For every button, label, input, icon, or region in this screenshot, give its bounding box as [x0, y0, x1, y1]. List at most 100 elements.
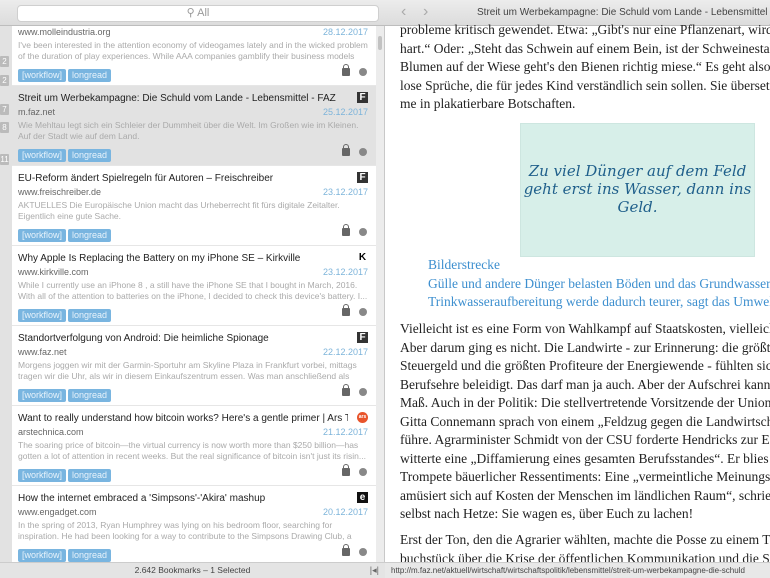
article-line: me in plakatierbare Botschaften. — [400, 96, 576, 111]
tag-chip[interactable]: longread — [68, 149, 112, 162]
article-line: Steuergeld und die größten Profiteure de… — [400, 358, 770, 373]
article-line: Vielleicht ist es eine Form von Wahlkamp… — [400, 321, 770, 336]
bookmark-item[interactable]: Standortverfolgung von Android: Die heim… — [12, 326, 376, 406]
bookmark-description: I've been interested in the attention ec… — [18, 40, 368, 61]
bookmark-date: 23.12.2017 — [322, 267, 368, 277]
count-badge[interactable]: 11 — [0, 154, 9, 165]
tag-chip[interactable]: longread — [68, 69, 112, 82]
bookmark-title: Standortverfolgung von Android: Die heim… — [18, 333, 269, 344]
count-badge[interactable]: 2 — [0, 56, 9, 67]
bookmark-item[interactable]: www.molleindustria.org 28.12.2017 I've b… — [12, 26, 376, 86]
search-input[interactable]: ⚲ All — [17, 5, 379, 22]
tag-chip[interactable]: longread — [68, 229, 112, 242]
bookmark-domain: www.kirkville.com — [18, 267, 89, 277]
bookmark-domain: www.faz.net — [18, 347, 67, 357]
unread-dot-icon[interactable] — [359, 68, 367, 76]
status-bar: 2.642 Bookmarks – 1 Selected |◂| — [0, 562, 385, 578]
article-line: Blumen auf der Wiese geht's den Bienen r… — [400, 59, 770, 74]
lock-icon[interactable] — [342, 384, 350, 396]
bookmark-title: Streit um Werbekampagne: Die Schuld vom … — [18, 93, 336, 104]
count-badge[interactable]: 8 — [0, 122, 9, 133]
collapse-sidebar-icon[interactable]: |◂| — [370, 563, 379, 578]
search-toolbar: ⚲ All — [0, 0, 385, 26]
tag-chip[interactable]: [workflow] — [18, 309, 67, 322]
bookmark-item[interactable]: Streit um Werbekampagne: Die Schuld vom … — [12, 86, 376, 166]
site-favicon-icon: F — [357, 332, 368, 343]
article-line: führe. Agrarminister Schmidt von der CSU… — [400, 432, 770, 447]
site-favicon-icon: F — [357, 172, 368, 183]
tag-chip[interactable]: [workflow] — [18, 389, 67, 402]
unread-dot-icon[interactable] — [359, 548, 367, 556]
article-image[interactable]: Zu viel Dünger auf dem Feld geht erst in… — [520, 123, 755, 257]
unread-dot-icon[interactable] — [359, 228, 367, 236]
unread-dot-icon[interactable] — [359, 388, 367, 396]
bookmark-domain: www.freischreiber.de — [18, 187, 102, 197]
bookmark-domain: m.faz.net — [18, 107, 56, 117]
bookmark-date: 21.12.2017 — [322, 427, 368, 437]
bookmark-date: 25.12.2017 — [322, 107, 368, 117]
bookmark-date: 22.12.2017 — [322, 347, 368, 357]
tag-chip[interactable]: [workflow] — [18, 549, 67, 562]
article-line: Maß. Auch in der Politik: Die stellvertr… — [400, 395, 770, 410]
article-line: Trompete bäuerlicher Ressentiments: Eine… — [400, 469, 770, 484]
article-line: selbst nach Hetze: Sie wagen es, über Eu… — [400, 506, 694, 521]
image-caption-link[interactable]: Gülle und andere Dünger belasten Böden u… — [428, 276, 770, 292]
site-favicon-icon: F — [357, 92, 368, 103]
lock-icon[interactable] — [342, 464, 350, 476]
bookmark-description: While I currently use an iPhone 8 , a st… — [18, 280, 368, 301]
unread-dot-icon[interactable] — [359, 468, 367, 476]
unread-dot-icon[interactable] — [359, 308, 367, 316]
lock-icon[interactable] — [342, 544, 350, 556]
count-badge[interactable]: 7 — [0, 104, 9, 115]
bookmark-list-pane: ⚲ All 2 2 7 8 11 www.molleindustria.org … — [0, 0, 385, 578]
article-line: probleme kritisch gewendet. Etwa: „Gibt'… — [400, 22, 770, 37]
bookmark-description: Wie Mehltau legt sich ein Schleier der D… — [18, 120, 359, 141]
lock-icon[interactable] — [342, 144, 350, 156]
image-caption-link[interactable]: Trinkwasseraufbereitung werde dadurch te… — [428, 294, 770, 310]
bookmark-domain: www.engadget.com — [18, 507, 97, 517]
lock-icon[interactable] — [342, 224, 350, 236]
article-line: hart.“ Oder: „Steht das Schwein auf eine… — [400, 40, 770, 56]
bookmark-date: 28.12.2017 — [322, 27, 368, 37]
tag-chip[interactable]: [workflow] — [18, 149, 67, 162]
site-favicon-icon: e — [357, 492, 368, 503]
bookmark-item[interactable]: EU-Reform ändert Spielregeln für Autoren… — [12, 166, 376, 246]
tag-chip[interactable]: longread — [68, 469, 112, 482]
tag-chip[interactable]: [workflow] — [18, 469, 67, 482]
back-icon[interactable]: ‹ — [401, 3, 406, 21]
tag-chip[interactable]: [workflow] — [18, 69, 67, 82]
bookmark-description: Morgens joggen wir mit der Garmin-Sportu… — [18, 360, 357, 381]
article-line: Gitta Connemann sprach von einem „Feldzu… — [400, 413, 770, 429]
article-line: amüsiert sich auf Kosten der Menschen im… — [400, 487, 770, 503]
bookmark-title: EU-Reform ändert Spielregeln für Autoren… — [18, 173, 274, 184]
article-line: lose Sprüche, die für jedes Kind verstän… — [400, 77, 770, 93]
bookmark-item[interactable]: Want to really understand how bitcoin wo… — [12, 406, 376, 486]
bookmark-date: 20.12.2017 — [322, 507, 368, 517]
bookmark-item[interactable]: Why Apple Is Replacing the Battery on my… — [12, 246, 376, 326]
bookmark-list: www.molleindustria.org 28.12.2017 I've b… — [12, 26, 376, 562]
scrollbar[interactable] — [378, 36, 382, 50]
article-line: Erst der Ton, den die Agrarier wählten, … — [400, 532, 770, 547]
bookmark-description: In the spring of 2013, Ryan Humphrey was… — [18, 520, 352, 541]
bookmark-description: The soaring price of bitcoin—the virtual… — [18, 440, 366, 461]
unread-dot-icon[interactable] — [359, 148, 367, 156]
article-line: witterte eine „Diffamierung eines gesamt… — [400, 450, 770, 466]
tag-chip[interactable]: longread — [68, 389, 112, 402]
bookmark-date: 23.12.2017 — [322, 187, 368, 197]
tag-chip[interactable]: longread — [68, 309, 112, 322]
site-favicon-icon: K — [358, 252, 367, 263]
lock-icon[interactable] — [342, 64, 350, 76]
count-badge[interactable]: 2 — [0, 75, 9, 86]
article-line: Berufsehre beleidigt. Das darf man ja au… — [400, 376, 770, 392]
forward-icon[interactable]: › — [423, 3, 428, 21]
bookmark-title: Want to really understand how bitcoin wo… — [18, 413, 348, 424]
tag-chip[interactable]: longread — [68, 549, 112, 562]
tag-chip[interactable]: [workflow] — [18, 229, 67, 242]
bookmark-item[interactable]: How the internet embraced a 'Simpsons'-'… — [12, 486, 376, 562]
article-line: Aber darum ging es nicht. Die Landwirte … — [400, 339, 770, 355]
url-status: http://m.faz.net/aktuell/wirtschaft/wirt… — [385, 562, 770, 578]
reader-pane: ‹ › Streit um Werbekampagne: Die Schuld … — [385, 0, 770, 578]
bookmark-title: How the internet embraced a 'Simpsons'-'… — [18, 493, 266, 504]
image-caption-link[interactable]: Bilderstrecke — [428, 257, 500, 273]
lock-icon[interactable] — [342, 304, 350, 316]
